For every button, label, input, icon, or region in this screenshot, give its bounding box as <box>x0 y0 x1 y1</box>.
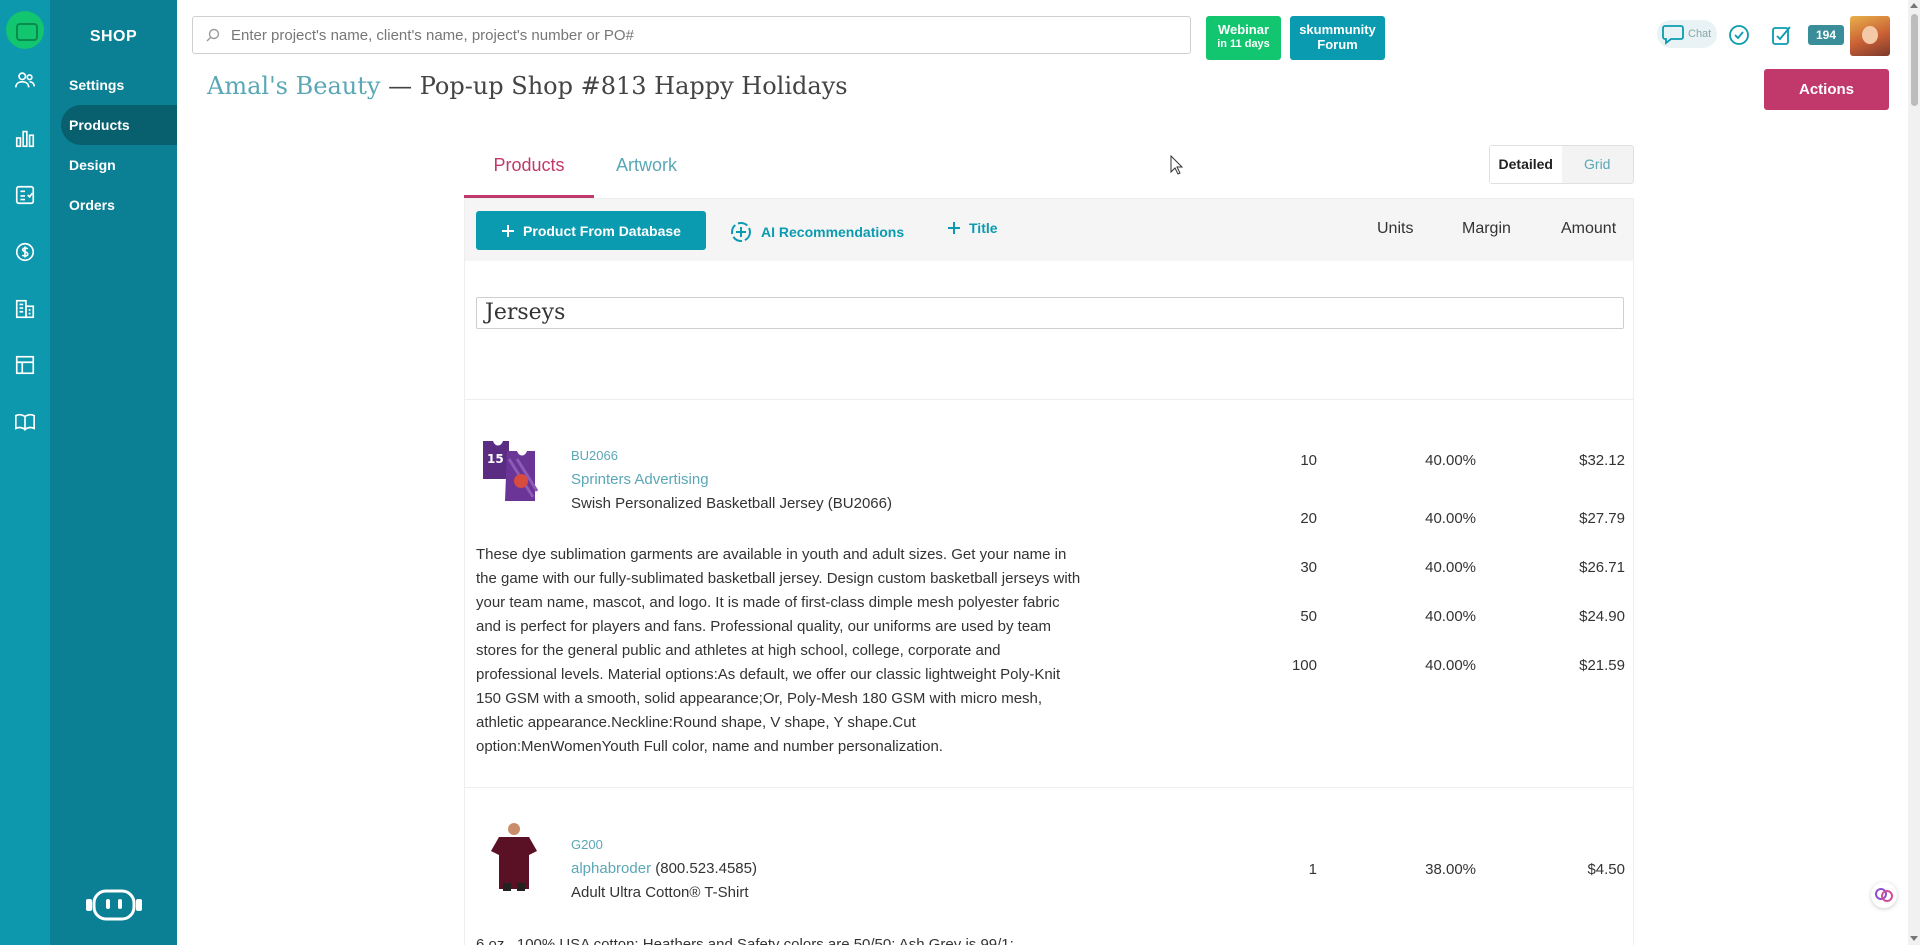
price-margin[interactable]: 40.00% <box>1325 559 1476 576</box>
search-icon <box>206 28 220 42</box>
price-margin[interactable]: 40.00% <box>1325 452 1476 469</box>
checklist-icon[interactable] <box>14 184 36 206</box>
webinar-button[interactable]: Webinar in 11 days <box>1206 16 1281 60</box>
section-nav: SHOP Settings Products Design Orders <box>50 0 177 945</box>
mouse-cursor-icon <box>1170 155 1184 175</box>
units-column-header: Units <box>1377 220 1414 237</box>
dollar-icon[interactable] <box>14 241 36 263</box>
section-divider <box>465 399 1633 400</box>
product-sku[interactable]: G200 <box>571 837 603 852</box>
nav-item-design[interactable]: Design <box>61 145 177 185</box>
ai-recommendations-button[interactable]: AI Recommendations <box>729 220 904 244</box>
price-amount: $24.90 <box>1579 608 1625 625</box>
title-separator: — <box>380 72 420 100</box>
chat-label: Chat <box>1688 28 1712 40</box>
amount-column-header: Amount <box>1561 220 1617 237</box>
price-amount: $21.59 <box>1579 657 1625 674</box>
webinar-countdown: in 11 days <box>1217 38 1270 50</box>
product-divider <box>465 787 1633 788</box>
product-supplier-link[interactable]: alphabroder (800.523.4585) <box>571 860 757 877</box>
product-description: 6 oz., 100% USA cotton; Heathers and Saf… <box>476 936 1014 945</box>
task-count-badge[interactable]: 194 <box>1808 25 1844 45</box>
product-supplier-link[interactable]: Sprinters Advertising <box>571 471 709 488</box>
forum-label-line2: Forum <box>1317 37 1358 52</box>
client-link[interactable]: Amal's Beauty <box>207 72 380 100</box>
scroll-up-arrow-icon[interactable] <box>1910 3 1918 8</box>
app-logo-icon[interactable] <box>6 11 44 49</box>
chart-icon[interactable] <box>14 127 36 149</box>
webinar-label: Webinar <box>1217 22 1270 37</box>
forum-button[interactable]: skummunity Forum <box>1290 16 1385 60</box>
add-title-label: Title <box>969 220 998 236</box>
price-units: 100 <box>1291 657 1317 674</box>
bot-icon[interactable] <box>84 887 144 923</box>
product-name[interactable]: Adult Ultra Cotton® T-Shirt <box>571 884 749 901</box>
assistant-brain-icon[interactable] <box>1871 882 1897 908</box>
icon-rail <box>0 0 50 945</box>
plus-icon <box>502 224 515 237</box>
section-title: SHOP <box>89 28 138 45</box>
nav-item-settings[interactable]: Settings <box>61 65 177 105</box>
forum-label-line1: skummunity <box>1299 22 1376 37</box>
price-margin[interactable]: 40.00% <box>1325 510 1476 527</box>
book-icon[interactable] <box>14 411 36 433</box>
building-icon[interactable] <box>14 298 36 320</box>
clock-check-icon[interactable] <box>1728 24 1750 46</box>
margin-column-header: Margin <box>1462 220 1511 237</box>
nav-item-products[interactable]: Products <box>61 105 177 145</box>
price-units: 10 <box>1300 452 1317 469</box>
product-from-database-button[interactable]: Product From Database <box>476 211 706 250</box>
price-margin[interactable]: 40.00% <box>1325 608 1476 625</box>
price-amount: $27.79 <box>1579 510 1625 527</box>
chat-bubble-icon <box>1662 25 1684 45</box>
price-margin[interactable]: 40.00% <box>1325 657 1476 674</box>
chat-button[interactable]: Chat <box>1657 20 1717 48</box>
avatar[interactable] <box>1850 16 1890 56</box>
add-title-button[interactable]: Title <box>947 220 998 236</box>
price-units: 30 <box>1300 559 1317 576</box>
view-grid-button[interactable]: Grid <box>1562 146 1634 183</box>
view-detailed-button[interactable]: Detailed <box>1490 146 1562 183</box>
products-panel: Product From Database AI Recommendations… <box>464 198 1634 945</box>
product-sku[interactable]: BU2066 <box>571 448 618 463</box>
supplier-name[interactable]: alphabroder <box>571 860 651 877</box>
tasks-icon[interactable] <box>1771 24 1793 46</box>
project-name: Pop-up Shop #813 Happy Holidays <box>419 72 848 100</box>
supplier-phone: (800.523.4585) <box>655 860 757 877</box>
scroll-down-arrow-icon[interactable] <box>1910 936 1918 941</box>
product-from-database-label: Product From Database <box>523 222 681 239</box>
section-title-input[interactable]: Jerseys <box>476 297 1624 329</box>
price-margin[interactable]: 38.00% <box>1325 861 1476 878</box>
price-units: 1 <box>1308 861 1317 878</box>
view-toggle: Detailed Grid <box>1489 145 1634 184</box>
ai-sparkle-icon <box>731 222 751 242</box>
product-description: These dye sublimation garments are avail… <box>476 546 1081 755</box>
products-toolbar: Product From Database AI Recommendations… <box>465 199 1633 261</box>
product-image-tshirt[interactable] <box>479 821 549 891</box>
users-icon[interactable] <box>14 69 36 91</box>
tab-products[interactable]: Products <box>464 155 594 198</box>
price-amount: $32.12 <box>1579 452 1625 469</box>
price-units: 20 <box>1300 510 1317 527</box>
svg-text:15: 15 <box>487 452 504 466</box>
page-title: Amal's Beauty — Pop-up Shop #813 Happy H… <box>207 72 848 100</box>
table-icon[interactable] <box>14 354 36 376</box>
page-scrollbar[interactable] <box>1908 0 1920 945</box>
actions-button[interactable]: Actions <box>1764 69 1889 110</box>
price-units: 50 <box>1300 608 1317 625</box>
price-amount: $26.71 <box>1579 559 1625 576</box>
tab-artwork[interactable]: Artwork <box>616 155 677 176</box>
project-search[interactable] <box>192 16 1191 54</box>
product-name[interactable]: Swish Personalized Basketball Jersey (BU… <box>571 495 892 512</box>
product-image-jersey[interactable]: 15 <box>479 435 549 505</box>
ai-recommendations-label: AI Recommendations <box>761 224 905 240</box>
search-input[interactable] <box>231 26 1190 44</box>
nav-item-orders[interactable]: Orders <box>61 185 177 225</box>
plus-icon <box>948 222 960 234</box>
scrollbar-thumb[interactable] <box>1911 14 1918 106</box>
price-amount: $4.50 <box>1587 861 1625 878</box>
